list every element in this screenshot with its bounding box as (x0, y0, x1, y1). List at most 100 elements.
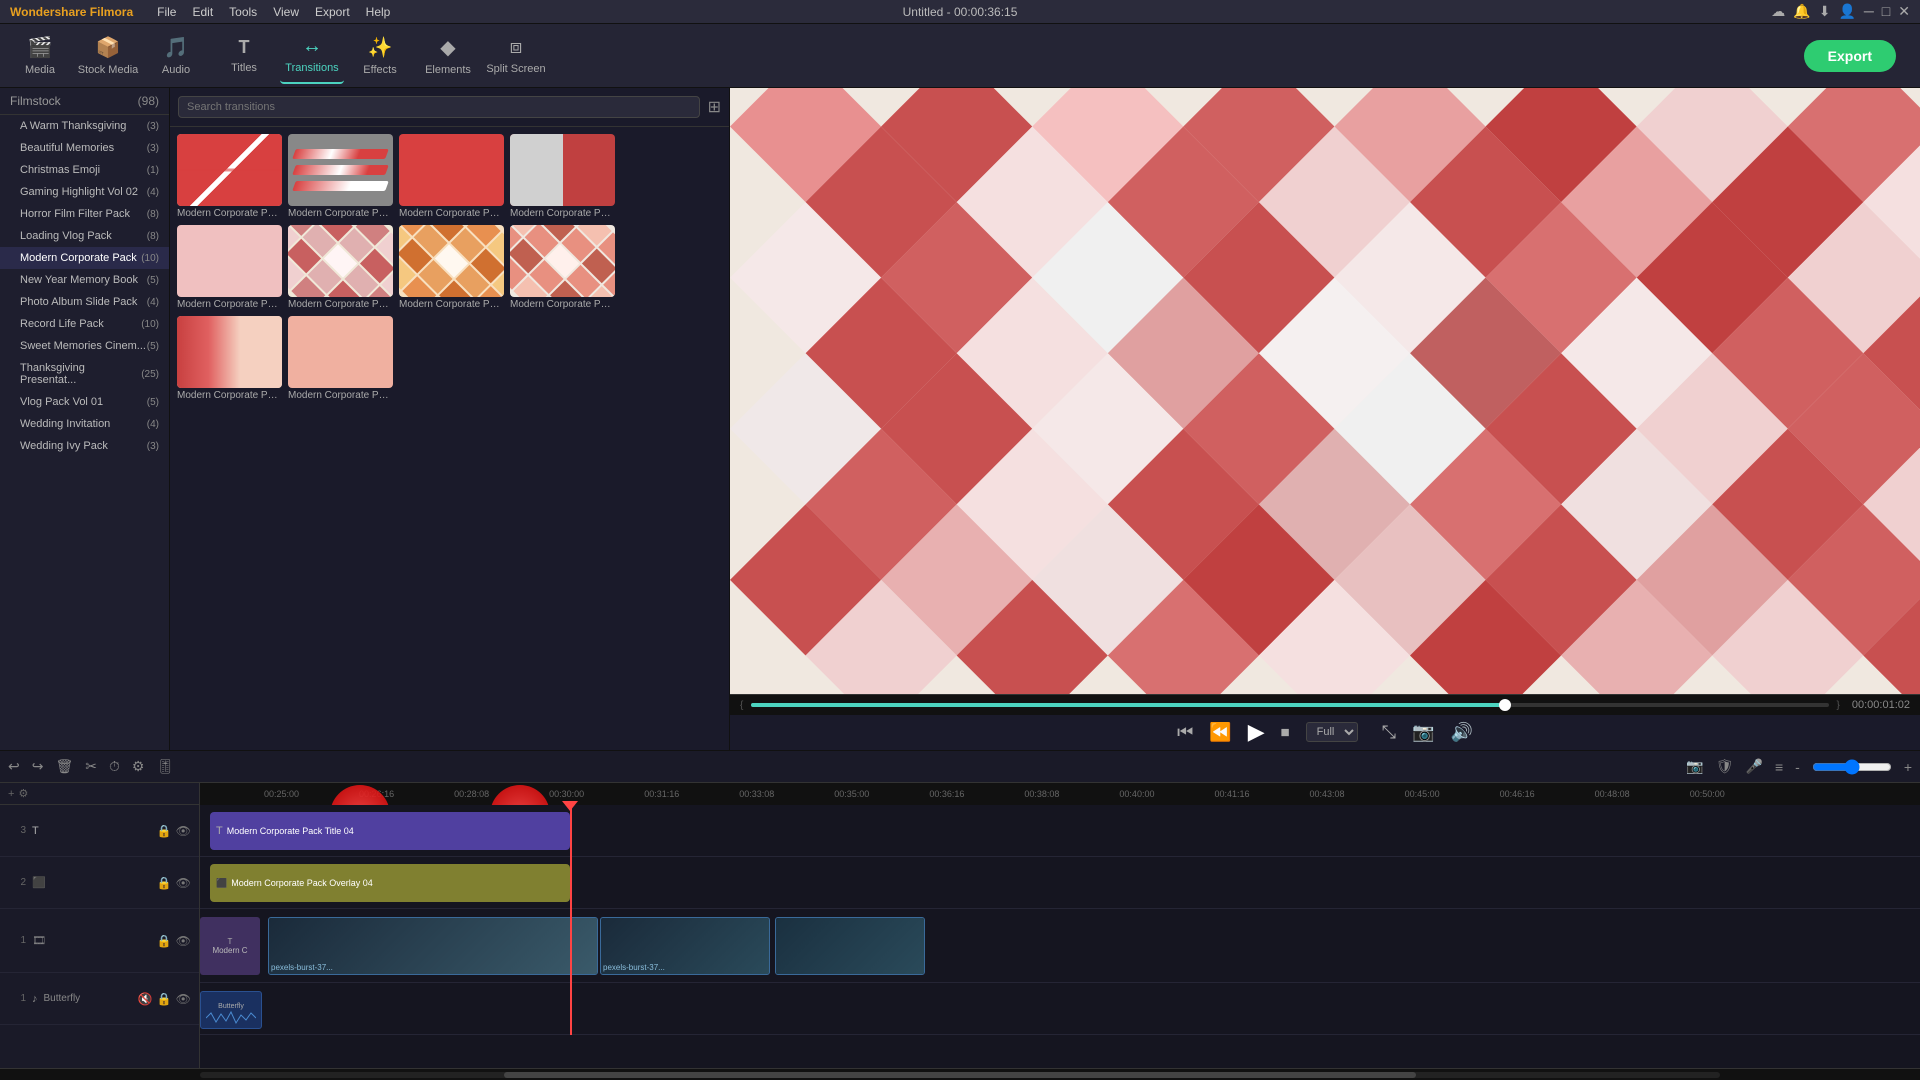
tool-titles[interactable]: T Titles (212, 28, 276, 84)
track-audio-eye[interactable]: 👁 (176, 992, 191, 1006)
transition-thumb-8 (177, 316, 282, 388)
sidebar-item-sweet-memories[interactable]: Sweet Memories Cinem... (5) (0, 335, 169, 357)
quality-select[interactable]: Full (1306, 722, 1358, 742)
transition-label-6: Modern Corporate Pac... (399, 299, 504, 310)
tool-transitions[interactable]: ↔ Transitions (280, 28, 344, 84)
sidebar-item-warm-thanksgiving[interactable]: A Warm Thanksgiving (3) (0, 115, 169, 137)
cloud-icon[interactable]: ☁ (1771, 3, 1785, 20)
track-3-eye[interactable]: 👁 (176, 824, 191, 838)
maximize-button[interactable]: □ (1882, 3, 1890, 20)
track-1-eye[interactable]: 👁 (176, 934, 191, 948)
tool-elements[interactable]: ◆ Elements (416, 28, 480, 84)
tool-effects[interactable]: ✨ Effects (348, 28, 412, 84)
track-3-row: T Modern Corporate Pack Title 04 (200, 805, 1920, 857)
video-clip-2[interactable]: pexels-burst-37... (600, 917, 770, 975)
timeline-content[interactable]: 00:25:00 00:26:16 00:28:08 00:30:00 00:3… (200, 783, 1920, 1068)
sidebar-item-record-life[interactable]: Record Life Pack (10) (0, 313, 169, 335)
redo-button[interactable]: ↪ (32, 758, 44, 775)
track-2-eye[interactable]: 👁 (176, 876, 191, 890)
settings-button[interactable]: ⚙ (132, 758, 145, 775)
timeline-scrollbar[interactable] (0, 1068, 1920, 1080)
user-icon[interactable]: 👤 (1838, 3, 1855, 20)
transition-item-1[interactable]: Modern Corporate Pac... (288, 134, 393, 219)
transition-item-6[interactable]: Modern Corporate Pac... (399, 225, 504, 310)
track-3-clip[interactable]: T Modern Corporate Pack Title 04 (210, 812, 570, 850)
track-audio-controls: 🔇 🔒 👁 (138, 992, 191, 1006)
transition-item-5[interactable]: Modern Corporate Pac... (288, 225, 393, 310)
menu-edit[interactable]: Edit (192, 5, 213, 19)
menu-export[interactable]: Export (315, 5, 350, 19)
mic-button[interactable]: 🎤 (1746, 758, 1763, 775)
tool-transitions-label: Transitions (285, 62, 338, 74)
stop-button[interactable]: ⏹ (1281, 722, 1290, 743)
step-back-button[interactable]: ⏪ (1209, 722, 1231, 743)
sidebar-item-modern-corporate[interactable]: Modern Corporate Pack (10) (0, 247, 169, 269)
menu-view[interactable]: View (273, 5, 299, 19)
sidebar-item-wedding-invitation[interactable]: Wedding Invitation (4) (0, 413, 169, 435)
shield-button[interactable]: 🛡 (1716, 758, 1734, 775)
notification-icon[interactable]: 🔔 (1793, 3, 1810, 20)
sidebar-item-gaming-highlight[interactable]: Gaming Highlight Vol 02 (4) (0, 181, 169, 203)
transition-item-2[interactable]: Modern Corporate Pac... (399, 134, 504, 219)
video-clip-1[interactable]: pexels-burst-37... (268, 917, 598, 975)
sidebar-item-vlog-pack[interactable]: Vlog Pack Vol 01 (5) (0, 391, 169, 413)
sidebar-item-horror-film[interactable]: Horror Film Filter Pack (8) (0, 203, 169, 225)
timer-button[interactable]: ⏱ (109, 758, 120, 775)
minimize-button[interactable]: ─ (1864, 3, 1874, 20)
sidebar-item-photo-album[interactable]: Photo Album Slide Pack (4) (0, 291, 169, 313)
track-settings-icon[interactable]: ⚙ (18, 787, 28, 800)
transition-item-7[interactable]: Modern Corporate Pac... (510, 225, 615, 310)
sidebar-item-beautiful-memories[interactable]: Beautiful Memories (3) (0, 137, 169, 159)
tool-audio[interactable]: 🎵 Audio (144, 28, 208, 84)
volume-button[interactable]: 🔊 (1450, 722, 1472, 743)
progress-bar[interactable]: { } 00:00:01:02 (730, 695, 1920, 715)
undo-button[interactable]: ↩ (8, 758, 20, 775)
track-audio-lock[interactable]: 🔒 (157, 992, 172, 1006)
menu-tools[interactable]: Tools (229, 5, 257, 19)
snapshot-button[interactable]: 📷 (1412, 722, 1434, 743)
skip-back-button[interactable]: ⏮ (1177, 722, 1193, 743)
download-icon[interactable]: ⬇ (1819, 3, 1831, 20)
equalizer-button[interactable]: ≡ (1775, 759, 1783, 775)
audio-settings-button[interactable]: 🎚 (156, 758, 174, 775)
export-button[interactable]: Export (1804, 40, 1896, 72)
tool-stock[interactable]: 📦 Stock Media (76, 28, 140, 84)
menu-help[interactable]: Help (366, 5, 391, 19)
playhead-thumb[interactable] (1499, 699, 1511, 711)
track-1-lock[interactable]: 🔒 (157, 934, 172, 948)
track-2-lock[interactable]: 🔒 (157, 876, 172, 890)
playhead-track[interactable] (751, 703, 1828, 707)
sidebar-item-loading-vlog[interactable]: Loading Vlog Pack (8) (0, 225, 169, 247)
play-button[interactable]: ▶ (1248, 719, 1265, 745)
zoom-in-button[interactable]: + (1904, 759, 1912, 775)
cut-button[interactable]: ✂ (85, 758, 97, 775)
track-3-lock[interactable]: 🔒 (157, 824, 172, 838)
sidebar-item-wedding-ivy[interactable]: Wedding Ivy Pack (3) (0, 435, 169, 457)
tool-media[interactable]: 🎬 Media (8, 28, 72, 84)
transition-item-4[interactable]: Modern Corporate Pac... (177, 225, 282, 310)
menu-file[interactable]: File (157, 5, 176, 19)
sidebar-item-new-year[interactable]: New Year Memory Book (5) (0, 269, 169, 291)
tracks-area: T Modern Corporate Pack Title 04 ⬛ Moder… (200, 805, 1920, 1035)
add-track-icon[interactable]: + (8, 788, 14, 800)
zoom-out-button[interactable]: - (1795, 759, 1800, 775)
small-title-clip[interactable]: T Modern C (200, 917, 260, 975)
track-2-clip[interactable]: ⬛ Modern Corporate Pack Overlay 04 (210, 864, 570, 902)
zoom-slider[interactable] (1812, 759, 1892, 775)
fullscreen-button[interactable]: ⤡ (1382, 722, 1396, 743)
delete-button[interactable]: 🗑 (55, 758, 73, 775)
sidebar-item-thanksgiving[interactable]: Thanksgiving Presentat... (25) (0, 357, 169, 391)
tool-splitscreen[interactable]: ⧈ Split Screen (484, 28, 548, 84)
video-clip-3[interactable] (775, 917, 925, 975)
transition-item-8[interactable]: Modern Corporate Pac... (177, 316, 282, 401)
search-input[interactable] (178, 96, 700, 118)
sidebar-item-christmas-emoji[interactable]: Christmas Emoji (1) (0, 159, 169, 181)
camera-button[interactable]: 📷 (1686, 758, 1703, 775)
close-button[interactable]: ✕ (1898, 3, 1910, 20)
grid-toggle-icon[interactable]: ⊞ (708, 97, 721, 117)
transition-item-0[interactable]: Modern Corporate Pac... (177, 134, 282, 219)
track-audio-mute[interactable]: 🔇 (138, 992, 153, 1006)
transition-item-9[interactable]: Modern Corporate Pac... (288, 316, 393, 401)
transition-item-3[interactable]: Modern Corporate Pac... (510, 134, 615, 219)
audio-clip[interactable]: Butterfly (200, 991, 262, 1029)
